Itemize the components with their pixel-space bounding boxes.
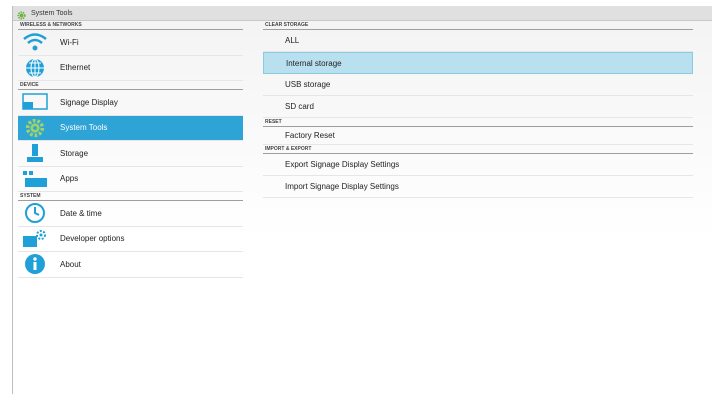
section-header-clear-storage: CLEAR STORAGE [263,21,693,30]
section-header-wireless: WIRELESS & NETWORKS [18,22,243,30]
sidebar-item-date-time[interactable]: Date & time [18,201,243,227]
display-icon [20,91,50,113]
wifi-icon [20,31,50,53]
sidebar-item-system-tools[interactable]: System Tools [18,115,243,141]
sidebar-item-wifi[interactable]: Wi-Fi [18,30,243,56]
option-sd-card[interactable]: SD card [263,96,693,118]
option-all[interactable]: ALL [263,30,693,52]
globe-icon [20,57,50,79]
window-title: System Tools [31,9,73,17]
sidebar-item-label: System Tools [60,123,108,133]
sidebar-item-label: Apps [60,174,79,184]
section-header-reset: RESET [263,118,693,127]
settings-sidebar: WIRELESS & NETWORKS Wi-Fi Ethernet DEVIC… [18,21,243,278]
storage-icon [20,142,50,164]
clock-icon [20,202,50,224]
sidebar-item-label: Signage Display [60,97,118,107]
option-usb-storage[interactable]: USB storage [263,74,693,96]
option-internal-storage[interactable]: Internal storage [263,52,693,74]
apps-icon [20,168,50,190]
sidebar-item-label: Developer options [60,234,125,244]
title-bar: System Tools [13,6,712,21]
info-icon [20,253,50,275]
section-header-device: DEVICE [18,82,243,90]
sidebar-item-signage-display[interactable]: Signage Display [18,90,243,116]
settings-window: System Tools WIRELESS & NETWORKS Wi-Fi E… [12,6,712,394]
sidebar-item-label: Date & time [60,208,102,218]
option-factory-reset[interactable]: Factory Reset [263,127,693,145]
sidebar-item-label: About [60,259,81,269]
sidebar-item-about[interactable]: About [18,252,243,278]
sidebar-item-apps[interactable]: Apps [18,167,243,192]
sidebar-item-developer-options[interactable]: Developer options [18,227,243,252]
sidebar-item-ethernet[interactable]: Ethernet [18,56,243,81]
sidebar-item-label: Storage [60,148,89,158]
section-header-system: SYSTEM [18,193,243,201]
gear-icon [20,117,50,139]
sidebar-item-label: Ethernet [60,63,91,73]
sidebar-item-label: Wi-Fi [60,37,79,47]
settings-detail-pane: CLEAR STORAGE ALL Internal storage USB s… [263,21,693,198]
option-import-settings[interactable]: Import Signage Display Settings [263,176,693,198]
developer-icon [20,228,50,250]
section-header-import-export: IMPORT & EXPORT [263,145,693,154]
option-export-settings[interactable]: Export Signage Display Settings [263,154,693,176]
sidebar-item-storage[interactable]: Storage [18,141,243,167]
gear-icon [16,8,27,20]
